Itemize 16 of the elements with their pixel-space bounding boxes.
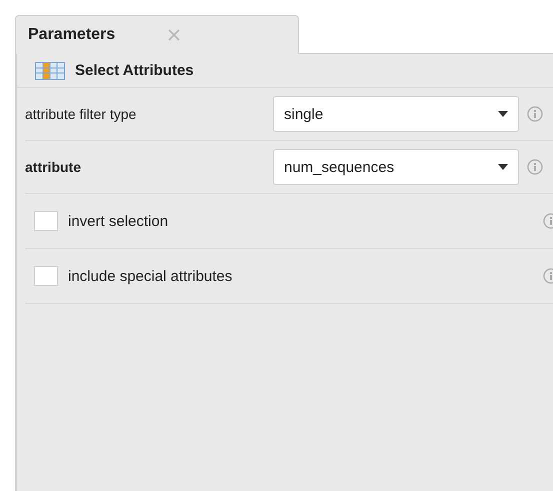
operator-title: Select Attributes	[75, 62, 194, 79]
table-icon	[35, 62, 65, 80]
close-icon	[167, 28, 182, 42]
dropdown[interactable]: single	[273, 96, 519, 132]
parameter-label: attribute filter type	[25, 106, 138, 122]
info-icon	[527, 106, 543, 122]
parameter-label: attribute	[25, 159, 82, 175]
checkbox-label: invert selection	[68, 212, 168, 230]
checkbox[interactable]	[34, 211, 58, 231]
checkbox[interactable]	[34, 266, 58, 286]
tab[interactable]: Parameters	[15, 15, 299, 54]
dropdown[interactable]: num_sequences	[273, 149, 519, 185]
checkbox-label: include special attributes	[68, 268, 232, 284]
caret-icon	[498, 111, 508, 117]
info-icon	[527, 159, 543, 175]
caret-icon	[498, 164, 508, 170]
